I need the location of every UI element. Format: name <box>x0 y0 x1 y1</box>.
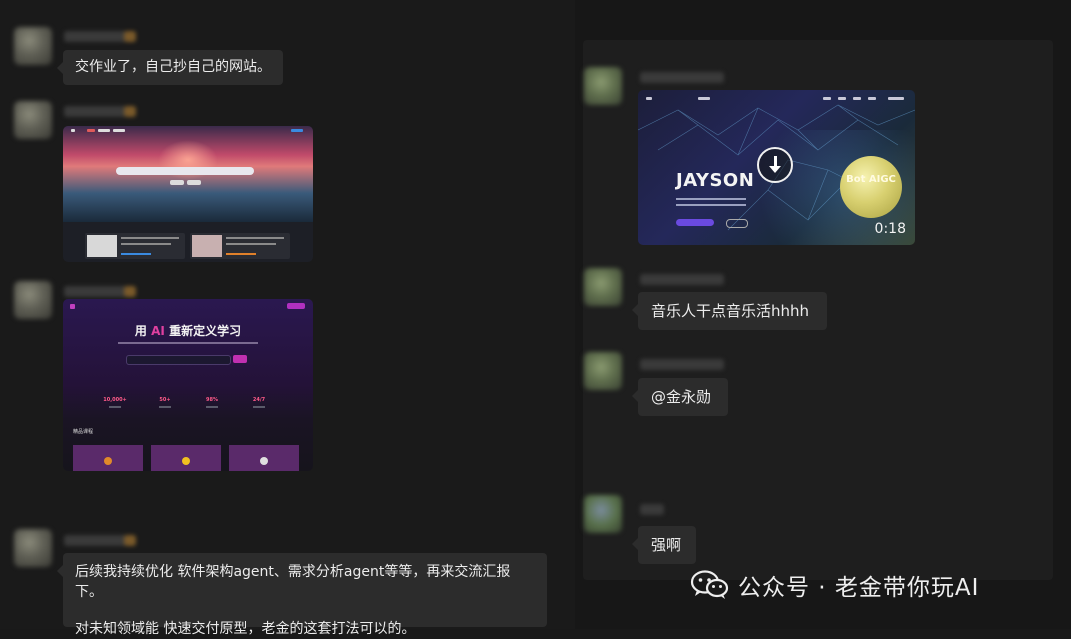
site-stat-label <box>253 406 265 408</box>
download-icon[interactable] <box>757 147 793 183</box>
site-nav-item <box>98 129 110 132</box>
wechat-icon <box>690 570 730 600</box>
sender-name-blurred <box>64 535 136 546</box>
message-text: 音乐人干点音乐活hhhh <box>651 302 810 320</box>
course-icon <box>260 457 268 465</box>
title-ai: AI <box>151 324 165 338</box>
message-bubble[interactable]: 音乐人干点音乐活hhhh <box>632 292 827 330</box>
watermark-text: 公众号 · 老金带你玩AI <box>738 575 980 601</box>
video-message[interactable]: JAYSON Bot AIGC 0:18 <box>638 90 915 245</box>
site-logo <box>71 129 75 132</box>
sender-name-blurred <box>64 31 136 42</box>
video-subtitle-line <box>676 198 746 200</box>
image-message-ai-learning-site[interactable]: 用 AI 重新定义学习 10,000+ 50+ 98% 24/7 精品课程 <box>63 299 313 471</box>
card-meta-line <box>121 253 151 255</box>
video-nav <box>888 97 904 100</box>
video-cta <box>676 219 714 226</box>
site-stat: 24/7 <box>252 397 266 403</box>
video-nav <box>868 97 876 100</box>
site-stat-label <box>206 406 218 408</box>
course-icon <box>104 457 112 465</box>
sender-name-blurred <box>640 72 724 83</box>
site-tag <box>187 180 201 185</box>
video-coin-graphic <box>840 156 902 218</box>
message-text: @金永勋 <box>651 388 712 406</box>
site-course-card <box>229 445 299 471</box>
video-nav <box>823 97 831 100</box>
site-nav-button <box>287 303 305 309</box>
card-meta-line <box>226 253 256 255</box>
avatar[interactable] <box>584 352 622 390</box>
message-bubble[interactable]: @金永勋 <box>632 378 728 416</box>
site-search-bar <box>116 167 254 175</box>
site-logo <box>70 304 75 309</box>
card-text-line <box>226 243 276 245</box>
site-tag <box>170 180 184 185</box>
site-stat: 10,000+ <box>103 397 127 403</box>
video-nav <box>646 97 652 100</box>
site-nav-item <box>113 129 125 132</box>
card-title-line <box>121 237 179 239</box>
sender-name-blurred <box>640 274 724 285</box>
site-stat: 50+ <box>159 397 171 403</box>
site-hero-subtitle <box>118 342 258 344</box>
message-bubble[interactable]: 强啊 <box>632 526 696 564</box>
site-stat: 98% <box>206 397 218 403</box>
video-nav <box>853 97 861 100</box>
message-bubble[interactable]: 交作业了，自己抄自己的网站。 <box>57 50 283 85</box>
avatar[interactable] <box>584 495 622 533</box>
site-course-card <box>151 445 221 471</box>
watermark: 公众号 · 老金带你玩AI <box>690 567 979 603</box>
sender-name-blurred <box>64 106 136 117</box>
avatar[interactable] <box>14 529 52 567</box>
sender-name-blurred <box>64 286 136 297</box>
avatar[interactable] <box>584 67 622 105</box>
site-nav-button <box>291 129 303 132</box>
site-hero-title: 用 AI 重新定义学习 <box>63 322 313 339</box>
message-text: 交作业了，自己抄自己的网站。 <box>75 59 271 75</box>
video-coin-text: Bot AIGC <box>846 174 896 185</box>
site-course-card <box>73 445 143 471</box>
card-title-line <box>226 237 284 239</box>
message-text-line: 后续我持续优化 软件架构agent、需求分析agent等等，再来交流汇报下。 <box>75 564 511 600</box>
site-search-bar <box>126 355 231 365</box>
video-subtitle-line <box>676 204 746 206</box>
card-thumbnail <box>192 235 222 257</box>
video-duration: 0:18 <box>874 221 906 237</box>
message-text-line: 对未知领域能 快速交付原型，老金的这套打法可以的。 <box>75 621 416 637</box>
avatar[interactable] <box>14 281 52 319</box>
avatar[interactable] <box>584 268 622 306</box>
avatar[interactable] <box>14 101 52 139</box>
message-bubble[interactable]: 后续我持续优化 软件架构agent、需求分析agent等等，再来交流汇报下。 对… <box>57 553 547 637</box>
site-search-button <box>233 355 247 363</box>
site-section-title: 精品课程 <box>73 429 94 435</box>
site-article-card <box>190 233 290 259</box>
sender-name-blurred <box>640 504 664 515</box>
site-article-card <box>85 233 185 259</box>
video-cta <box>726 219 748 228</box>
sender-name-blurred <box>640 359 724 370</box>
avatar[interactable] <box>14 27 52 65</box>
video-nav <box>698 97 710 100</box>
video-nav <box>838 97 846 100</box>
title-prefix: 用 <box>134 324 147 338</box>
card-text-line <box>121 243 171 245</box>
title-suffix: 重新定义学习 <box>169 324 242 338</box>
site-stat-label <box>159 406 171 408</box>
course-icon <box>182 457 190 465</box>
message-text: 强啊 <box>651 536 682 554</box>
image-message-website-screenshot[interactable] <box>63 126 313 262</box>
video-brand-text: JAYSON <box>676 170 755 191</box>
site-nav-item <box>87 129 95 132</box>
card-thumbnail <box>87 235 117 257</box>
site-stat-label <box>109 406 121 408</box>
